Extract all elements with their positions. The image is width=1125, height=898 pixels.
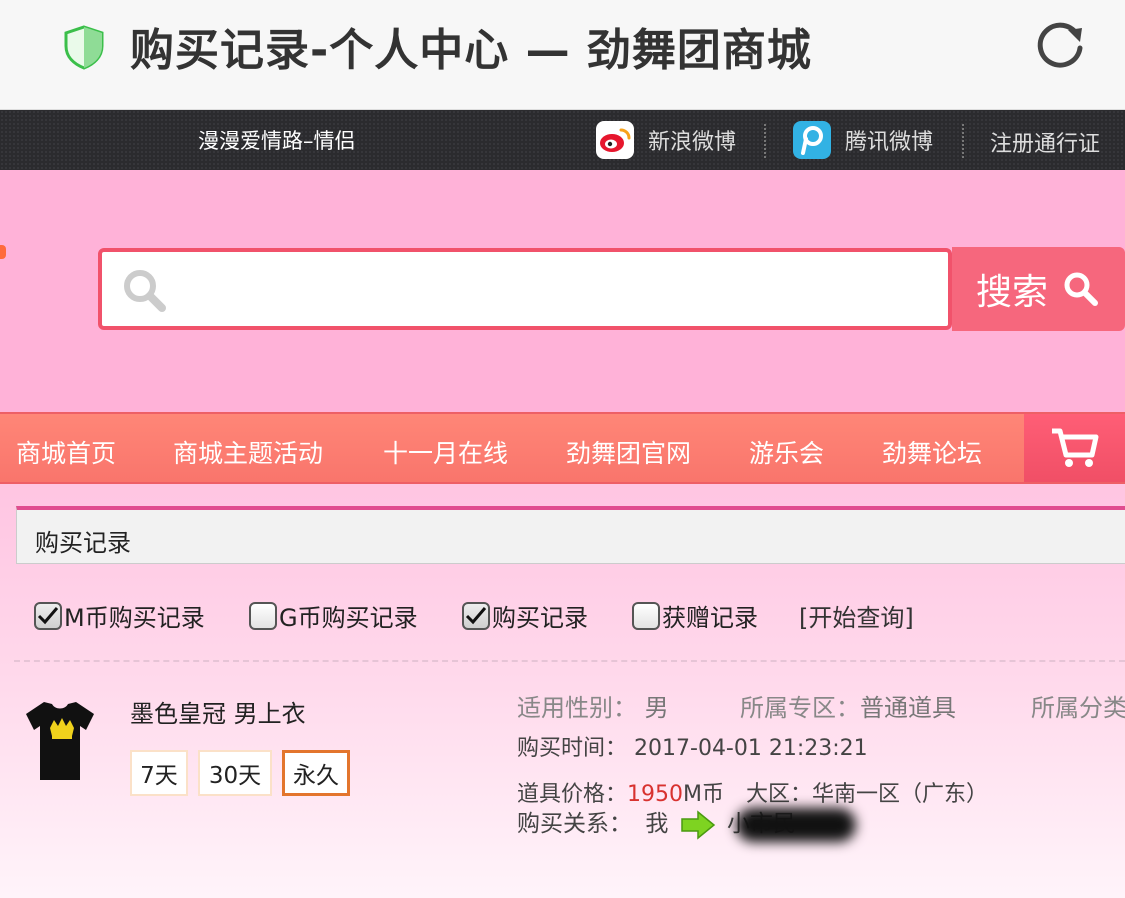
checkbox-unchecked[interactable] bbox=[632, 601, 660, 630]
register-link[interactable]: 注册通行证 bbox=[990, 126, 1100, 158]
search-icon bbox=[1064, 272, 1099, 306]
weibo-icon bbox=[596, 121, 634, 159]
browser-title-bar: 购买记录-个人中心 — 劲舞团商城 bbox=[0, 0, 1125, 110]
checkbox-checked[interactable] bbox=[462, 601, 490, 630]
nav-item-official-site[interactable]: 劲舞团官网 bbox=[566, 434, 691, 470]
tshirt-icon[interactable] bbox=[22, 698, 98, 784]
product-name[interactable]: 墨色皇冠 男上衣 bbox=[130, 694, 306, 729]
filter-purchase-records[interactable]: 购买记录 bbox=[462, 598, 588, 633]
tencent-weibo-icon bbox=[793, 121, 831, 159]
purchase-time-value: 2017-04-01 21:23:21 bbox=[634, 736, 868, 761]
top-bar: 漫漫爱情路–情侣 新浪微博 腾讯微博 注册通行证 bbox=[0, 110, 1125, 170]
purchase-time-row: 购买时间： 2017-04-01 21:23:21 bbox=[517, 730, 868, 762]
section-header: 购买记录 bbox=[16, 506, 1125, 564]
filter-label: M币购买记录 bbox=[64, 604, 205, 632]
page-title: 购买记录-个人中心 — 劲舞团商城 bbox=[130, 25, 812, 76]
gender-value: 男 bbox=[644, 694, 669, 722]
filter-gcoin-records[interactable]: G币购买记录 bbox=[249, 598, 418, 633]
filter-mcoin-records[interactable]: M币购买记录 bbox=[34, 598, 205, 633]
nav-item-theme-events[interactable]: 商城主题活动 bbox=[173, 434, 323, 470]
filter-label: 获赠记录 bbox=[662, 604, 758, 632]
sina-weibo-link[interactable]: 新浪微博 bbox=[596, 120, 736, 160]
search-button[interactable]: 搜索 bbox=[952, 247, 1125, 331]
sina-weibo-label: 新浪微博 bbox=[648, 130, 737, 155]
logo-fragment bbox=[0, 245, 6, 259]
checkbox-unchecked[interactable] bbox=[249, 601, 277, 630]
section-title: 购买记录 bbox=[35, 529, 131, 557]
filter-gift-records[interactable]: 获赠记录 bbox=[632, 598, 758, 633]
duration-7-days[interactable]: 7天 bbox=[130, 750, 188, 796]
shield-icon bbox=[64, 25, 104, 70]
zone-label: 所属专区： bbox=[740, 694, 860, 722]
cart-icon bbox=[1051, 428, 1098, 467]
purchase-time-label: 购买时间： bbox=[517, 736, 628, 761]
site-header: 搜索 bbox=[0, 170, 1125, 412]
tencent-weibo-label: 腾讯微博 bbox=[845, 130, 934, 155]
checkmark-icon bbox=[37, 606, 59, 624]
nav-item-forum[interactable]: 劲舞论坛 bbox=[882, 434, 982, 470]
filter-label: 购买记录 bbox=[492, 604, 588, 632]
reload-icon[interactable] bbox=[1032, 16, 1088, 72]
divider bbox=[764, 124, 766, 158]
divider bbox=[14, 660, 1125, 662]
checkbox-checked[interactable] bbox=[34, 601, 62, 630]
record-item: 墨色皇冠 男上衣 7天 30天 永久 适用性别： 男 所属专区：普通道具 所属分… bbox=[0, 680, 1125, 880]
gender-row: 适用性别： 男 bbox=[517, 688, 669, 723]
nav-item-mall-home[interactable]: 商城首页 bbox=[16, 434, 116, 470]
relation-row: 购买关系： 我 小市民 bbox=[517, 804, 856, 844]
filter-label: G币购买记录 bbox=[279, 604, 418, 632]
marquee-text[interactable]: 漫漫爱情路–情侣 bbox=[198, 125, 376, 155]
arrow-right-icon bbox=[680, 809, 715, 840]
search-button-label: 搜索 bbox=[976, 272, 1049, 313]
nav-item-november-online[interactable]: 十一月在线 bbox=[383, 434, 508, 470]
duration-permanent[interactable]: 永久 bbox=[282, 750, 350, 796]
search-input[interactable] bbox=[182, 262, 932, 316]
start-query-link[interactable]: [开始查询] bbox=[799, 598, 914, 633]
search-box bbox=[98, 248, 952, 330]
relation-label: 购买关系： bbox=[517, 811, 632, 837]
duration-30-days[interactable]: 30天 bbox=[198, 750, 272, 796]
tencent-weibo-link[interactable]: 腾讯微博 bbox=[793, 120, 933, 160]
zone-row: 所属专区：普通道具 bbox=[740, 688, 956, 723]
main-nav: 商城首页 商城主题活动 十一月在线 劲舞团官网 游乐会 劲舞论坛 bbox=[0, 412, 1125, 484]
purchase-records-panel: 购买记录 M币购买记录 G币购买记录 购买记录 获赠记录 [开始查询] 墨色皇冠… bbox=[0, 484, 1125, 898]
category-row: 所属分类 bbox=[1031, 688, 1125, 723]
redaction-blur bbox=[735, 807, 856, 842]
cart-button[interactable] bbox=[1024, 414, 1125, 482]
relation-from: 我 bbox=[645, 811, 669, 837]
divider bbox=[962, 124, 964, 158]
nav-item-fun-club[interactable]: 游乐会 bbox=[749, 434, 824, 470]
zone-value: 普通道具 bbox=[860, 694, 956, 722]
gender-label: 适用性别： bbox=[517, 694, 637, 722]
search-icon bbox=[124, 270, 166, 312]
category-label: 所属分类 bbox=[1031, 694, 1125, 722]
checkmark-icon bbox=[465, 606, 487, 624]
